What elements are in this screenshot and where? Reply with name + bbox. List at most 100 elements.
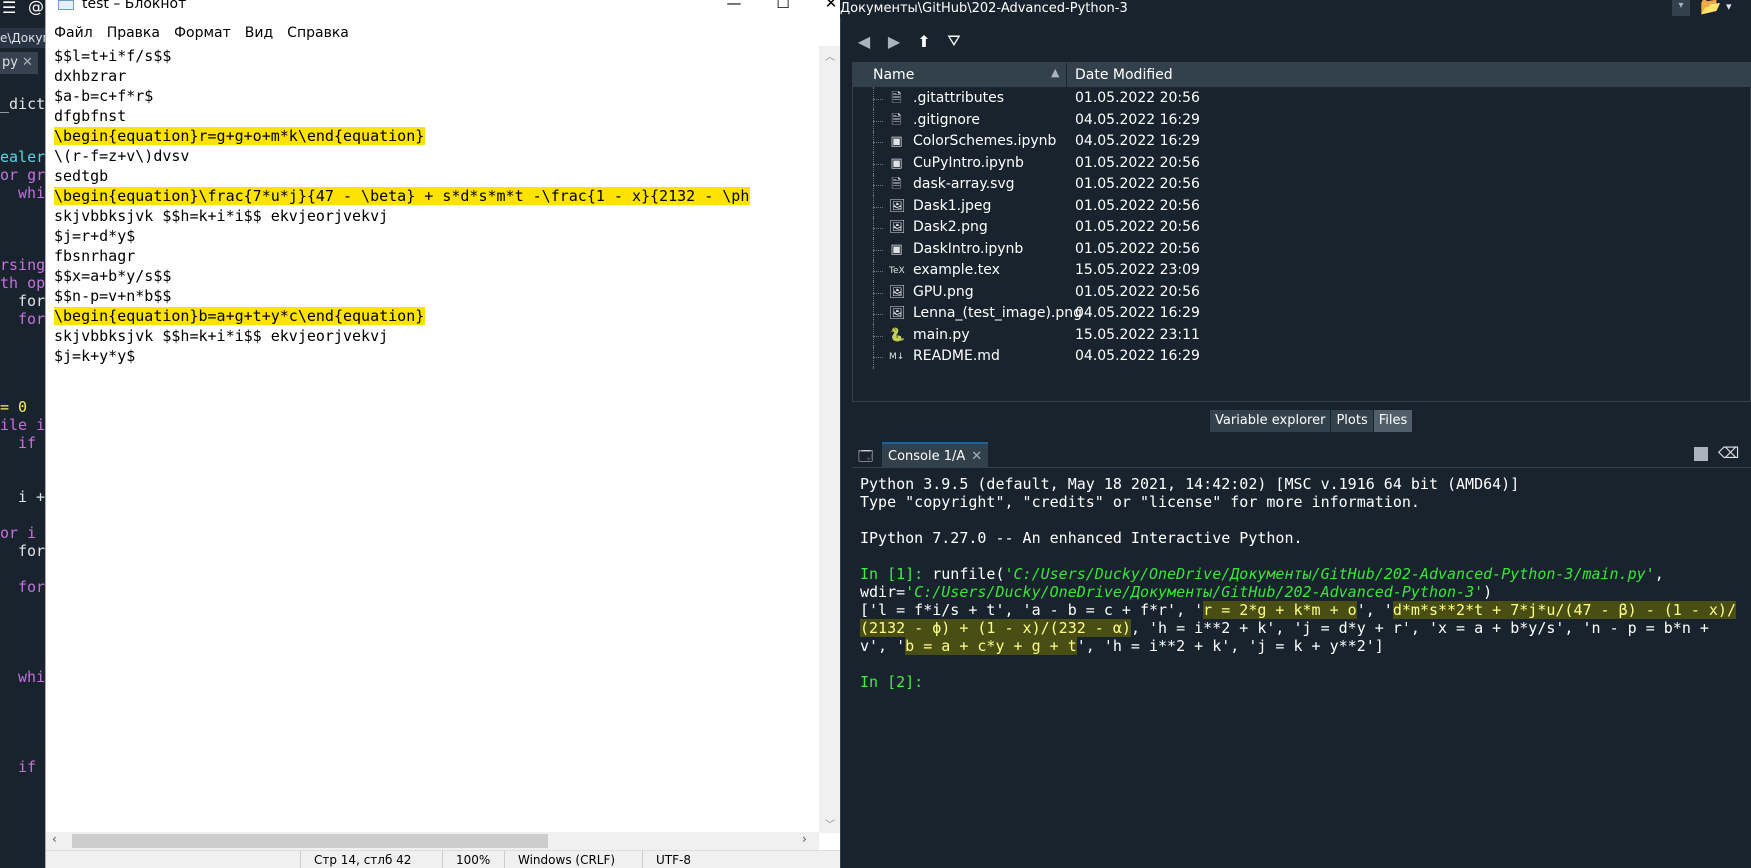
console-tab[interactable]: Console 1/A ✕ [882, 442, 989, 468]
text-line: $$l=t+i*f/s$$ [54, 47, 172, 65]
file-row[interactable]: ▣ DaskIntro.ipynb 01.05.2022 20:56 [853, 237, 1751, 262]
file-name: dask-array.svg [913, 176, 1015, 192]
back-icon[interactable]: ◀ [856, 32, 872, 51]
code-line: for [18, 542, 46, 560]
minimize-button[interactable]: — [714, 0, 754, 14]
working-directory-path[interactable]: Документы\GitHub\202-Advanced-Python-3 [840, 0, 1673, 18]
menu-file[interactable]: Файл [46, 22, 100, 44]
code-line: or gre [0, 166, 50, 184]
file-date: 01.05.2022 20:56 [1075, 154, 1200, 171]
highlighted-text-line: \begin{equation}r=g+g+o+m*k\end{equation… [54, 127, 426, 145]
parent-directory-icon[interactable]: ⬆ [916, 32, 932, 51]
file-row[interactable]: 🖼 Lenna_(test_image).png 04.05.2022 16:29 [853, 302, 1751, 326]
console-line: In [1]: runfile('C:/Users/Ducky/OneDrive… [860, 565, 1664, 583]
pane-divider[interactable] [840, 18, 850, 868]
desktop: ☰ @ е\Докум py ✕ _dict ealer( or gre whi … [0, 0, 1751, 868]
notepad-text-area[interactable]: $$l=t+i*f/s$$ dxhbzrar $a-b=c+f*r$ dfgbf… [46, 46, 819, 833]
code-line: th op [0, 274, 46, 292]
background-editor-tab[interactable]: py ✕ [0, 52, 38, 74]
filter-icon[interactable]: ⛛ [946, 31, 962, 51]
cursor-position: Стр 14, стлб 42 [314, 853, 412, 867]
ipython-console[interactable]: Python 3.9.5 (default, May 18 2021, 14:4… [852, 470, 1751, 868]
file-row[interactable]: M↓ README.md 04.05.2022 16:29 [853, 345, 1751, 369]
file-name: Lenna_(test_image).png [913, 305, 1083, 321]
notepad-menubar: Файл Правка Формат Вид Справка [46, 22, 841, 44]
file-date: 01.05.2022 20:56 [1075, 197, 1200, 214]
file-row[interactable]: 🗎test.txt01.05.2022 20:46 [853, 366, 1751, 369]
code-line: whi [18, 184, 46, 202]
file-row[interactable]: 🗎 .gitignore 04.05.2022 16:29 [853, 108, 1751, 133]
eraser-icon[interactable]: ⌫ [1718, 444, 1739, 462]
code-line: for [18, 578, 46, 596]
file-date: 04.05.2022 16:29 [1075, 305, 1200, 321]
scroll-right-icon[interactable]: › [802, 832, 807, 846]
file-date: 01.05.2022 20:56 [1075, 219, 1200, 235]
menu-icon[interactable]: ☰ [2, 0, 16, 17]
menu-format[interactable]: Формат [167, 22, 238, 44]
tab-plots[interactable]: Plots [1331, 410, 1373, 432]
zoom-level: 100% [456, 853, 491, 867]
tab-variable-explorer[interactable]: Variable explorer [1210, 410, 1331, 432]
file-row[interactable]: 🗎 dask-array.svg 01.05.2022 20:56 [853, 173, 1751, 197]
menu-edit[interactable]: Правка [100, 22, 167, 44]
text-line: $j=k+y*y$ [54, 347, 136, 365]
horizontal-scrollbar[interactable]: ‹ › [46, 832, 819, 850]
scroll-down-icon[interactable]: ﹀ [825, 816, 835, 831]
close-button[interactable]: ✕ [811, 0, 841, 14]
at-icon: @ [28, 0, 44, 16]
text-line: $$n-p=v+n*b$$ [54, 287, 172, 305]
console-tab-label: Console 1/A [888, 449, 966, 464]
markdown-icon: M↓ [889, 352, 905, 362]
console-line: Type "copyright", "credits" or "license"… [860, 493, 1420, 511]
file-name: .gitattributes [913, 90, 1005, 106]
console-output-line: ['l = f*i/s + t', 'a - b = c + f*r', 'r … [860, 601, 1736, 619]
notepad-window: test – Блокнот — ☐ ✕ Файл Правка Формат … [45, 0, 841, 868]
console-line: IPython 7.27.0 -- An enhanced Interactiv… [860, 529, 1303, 547]
maximize-button[interactable]: ☐ [763, 0, 803, 14]
forward-icon[interactable]: ▶ [886, 32, 902, 51]
code-line: or i i [0, 524, 50, 542]
file-row[interactable]: 🐍 main.py 15.05.2022 23:11 [853, 323, 1751, 348]
new-console-icon[interactable]: 🗔 [858, 446, 873, 470]
file-date: 01.05.2022 20:56 [1075, 176, 1200, 192]
tab-files[interactable]: Files [1373, 410, 1413, 432]
vertical-scrollbar[interactable]: ︿ ﹀ [819, 46, 841, 833]
console-tabbar: 🗔 Console 1/A ✕ ⌫ [852, 442, 1751, 468]
menu-view[interactable]: Вид [238, 22, 280, 44]
file-row[interactable]: ▣ CuPyIntro.ipynb 01.05.2022 20:56 [853, 151, 1751, 176]
pane-tabs: Variable explorer Plots Files [1210, 410, 1413, 432]
text-line: $a-b=c+f*r$ [54, 87, 154, 105]
text-line: dxhbzrar [54, 67, 127, 85]
line-ending: Windows (CRLF) [518, 853, 616, 867]
file-name: DaskIntro.ipynb [913, 240, 1024, 257]
stop-icon[interactable] [1694, 447, 1708, 461]
file-row[interactable]: ▣ ColorSchemes.ipynb 04.05.2022 16:29 [853, 130, 1751, 154]
file-row[interactable]: 🗎 .gitattributes 01.05.2022 20:56 [853, 87, 1751, 111]
file-row[interactable]: 🖼 Dask1.jpeg 01.05.2022 20:56 [853, 194, 1751, 219]
chevron-down-icon[interactable]: ▾ [1726, 0, 1732, 13]
scroll-up-icon[interactable]: ︿ [825, 48, 835, 63]
code-line: for [18, 310, 46, 328]
code-line: ealer( [0, 148, 50, 166]
file-date: 04.05.2022 16:29 [1075, 133, 1200, 149]
open-folder-icon[interactable]: 📂 [1700, 0, 1721, 17]
horizontal-scroll-thumb[interactable] [72, 834, 548, 848]
file-row[interactable]: 🖼 Dask2.png 01.05.2022 20:56 [853, 216, 1751, 240]
highlighted-text-line: \begin{equation}b=a+g+t+y*c\end{equation… [54, 307, 426, 325]
window-title: test – Блокнот [82, 0, 187, 12]
text-line: skjvbbksjvk $$h=k+i*i$$ ekvjeorjvekvj [54, 327, 389, 345]
close-icon[interactable]: ✕ [971, 449, 982, 464]
browse-folder-icon[interactable]: ▾ [1672, 0, 1690, 16]
file-row[interactable]: TeX example.tex 15.05.2022 23:09 [853, 259, 1751, 283]
notepad-titlebar[interactable]: test – Блокнот — ☐ ✕ [46, 0, 841, 14]
notepad-statusbar: Стр 14, стлб 42 100% Windows (CRLF) UTF-… [46, 850, 841, 868]
file-name: Dask2.png [913, 219, 988, 235]
file-name: ColorSchemes.ipynb [913, 133, 1057, 149]
python-icon: 🐍 [889, 327, 906, 343]
scroll-left-icon[interactable]: ‹ [52, 832, 57, 846]
close-icon[interactable]: ✕ [22, 55, 33, 70]
code-line: for [18, 292, 46, 310]
file-row[interactable]: 🖼 GPU.png 01.05.2022 20:56 [853, 280, 1751, 305]
menu-help[interactable]: Справка [280, 22, 356, 44]
code-line: if [18, 434, 37, 452]
